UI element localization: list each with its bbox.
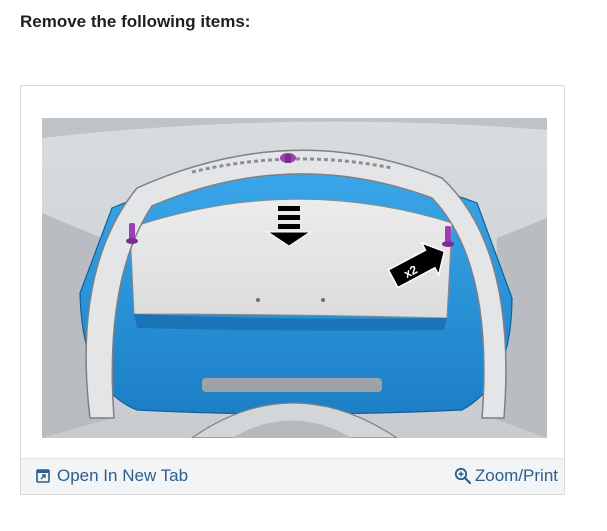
panel-hole-left — [256, 298, 260, 302]
open-in-new-tab-icon — [36, 469, 50, 483]
section-heading: Remove the following items: — [20, 12, 251, 31]
open-new-tab-link[interactable]: Open In New Tab — [36, 466, 188, 486]
zoom-print-link[interactable]: Zoom/Print — [454, 466, 558, 486]
open-new-tab-label: Open In New Tab — [57, 466, 189, 485]
figure-card: x2 Open In New Tab Zoom/Print — [20, 85, 565, 495]
lower-vent — [202, 378, 382, 392]
zoom-print-label: Zoom/Print — [474, 466, 558, 485]
fastener-top-center — [280, 153, 296, 163]
panel-hole-right — [321, 298, 325, 302]
instrument-cluster-illustration[interactable]: x2 — [42, 118, 547, 438]
figure-footer: Open In New Tab Zoom/Print — [21, 458, 564, 494]
zoom-in-icon — [454, 467, 472, 485]
